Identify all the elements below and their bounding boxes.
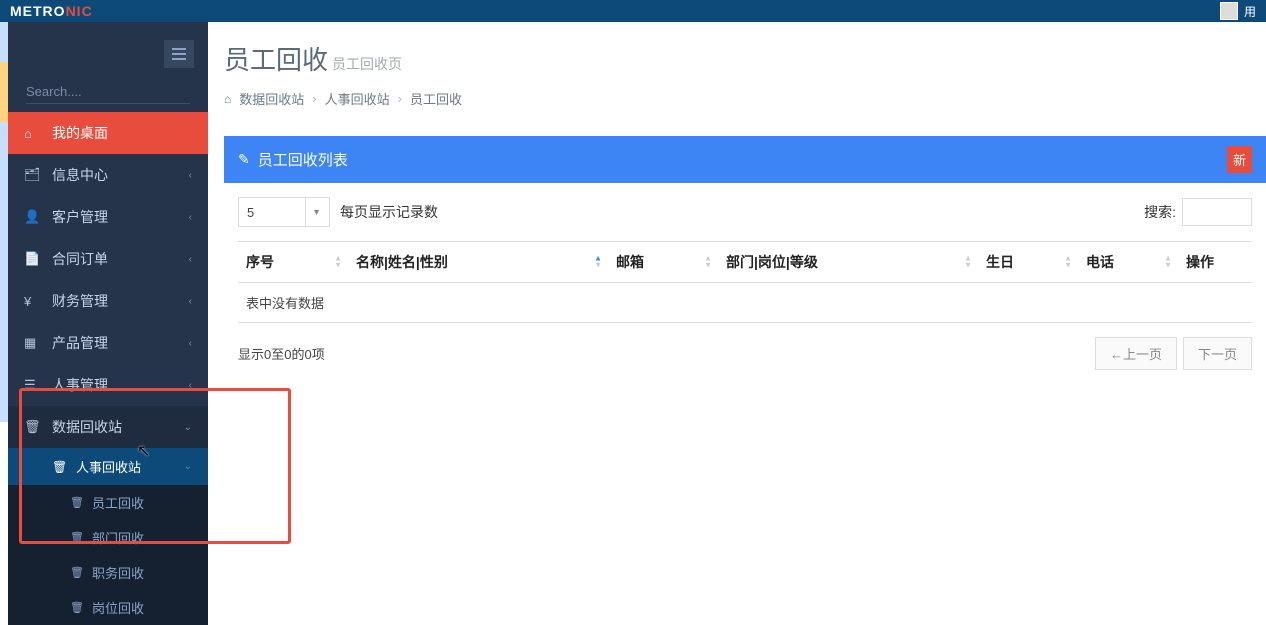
col-birthday[interactable]: 生日▲▼ <box>978 242 1078 283</box>
nav-label: 产品管理 <box>52 333 108 353</box>
nav-label: 数据回收站 <box>52 417 122 437</box>
nav-finance[interactable]: ¥ 财务管理 ‹ <box>8 280 208 322</box>
sidebar-nav: ⌂ 我的桌面 🗂 信息中心 ‹ 👤 客户管理 ‹ 📄 合同订单 ‹ ¥ 财务管理… <box>8 112 208 625</box>
nav-label: 信息中心 <box>52 165 108 185</box>
trash-icon: 🗑 <box>70 566 84 579</box>
menu-toggle-button[interactable] <box>164 40 194 68</box>
username: 用 <box>1244 3 1256 20</box>
subnav-department-recycle[interactable]: 🗑 部门回收 <box>8 520 208 555</box>
col-index[interactable]: 序号▲▼ <box>238 242 348 283</box>
chevron-left-icon: ‹ <box>189 254 192 265</box>
content-area: 员工回收 员工回收页 ⌂ 数据回收站 › 人事回收站 › 员工回收 ✎ 员工回收… <box>208 22 1266 384</box>
subnav-post-recycle[interactable]: 🗑 岗位回收 <box>8 590 208 625</box>
nav-products[interactable]: ▦ 产品管理 ‹ <box>8 322 208 364</box>
avatar <box>1220 2 1238 20</box>
breadcrumb-current: 员工回收 <box>410 89 462 108</box>
breadcrumb-sep: › <box>398 91 402 106</box>
yen-icon: ¥ <box>24 294 38 309</box>
nav-label: 财务管理 <box>52 291 108 311</box>
new-button[interactable]: 新 <box>1227 146 1252 173</box>
chevron-left-icon: ‹ <box>189 380 192 391</box>
nav-label: 合同订单 <box>52 249 108 269</box>
subnav-label: 人事回收站 <box>76 457 141 476</box>
left-color-strip <box>0 22 8 422</box>
nav-label: 客户管理 <box>52 207 108 227</box>
search-label: 搜索: <box>1144 202 1176 222</box>
doc-icon: 📄 <box>24 251 38 267</box>
trash-icon: 🗑 <box>52 460 66 474</box>
prev-page-button[interactable]: ←上一页 <box>1095 337 1177 370</box>
chevron-down-icon: ⌄ <box>184 461 192 472</box>
nav-label: 我的桌面 <box>52 123 108 143</box>
trash-icon: 🗑 <box>70 531 84 544</box>
empty-message: 表中没有数据 <box>238 283 1252 323</box>
col-phone[interactable]: 电话▲▼ <box>1078 242 1178 283</box>
table-search-input[interactable] <box>1182 198 1252 226</box>
topbar-user[interactable]: 用 <box>1220 2 1256 20</box>
page-size-value: 5 <box>247 205 254 220</box>
chevron-left-icon: ‹ <box>189 296 192 307</box>
grid-icon: ▦ <box>24 335 38 351</box>
chevron-left-icon: ‹ <box>189 212 192 223</box>
breadcrumb: ⌂ 数据回收站 › 人事回收站 › 员工回收 <box>224 89 1266 108</box>
records-label: 每页显示记录数 <box>340 202 438 222</box>
trash-icon: 🗑 <box>70 601 84 614</box>
trash-icon: 🗑 <box>24 419 38 435</box>
table-empty-row: 表中没有数据 <box>238 283 1252 323</box>
chevron-down-icon: ⌄ <box>184 422 192 433</box>
logo: METRONIC <box>10 3 93 19</box>
chevron-left-icon: ‹ <box>189 338 192 349</box>
col-action: 操作 <box>1178 242 1252 283</box>
data-table: 序号▲▼ 名称|姓名|性别▲▼ 邮箱▲▼ 部门|岗位|等级▲▼ 生日▲▼ 电话▲… <box>238 241 1252 323</box>
page-subtitle: 员工回收页 <box>332 54 402 74</box>
home-icon: ⌂ <box>24 126 38 141</box>
col-name[interactable]: 名称|姓名|性别▲▼ <box>348 242 608 283</box>
edit-icon: ✎ <box>238 151 250 168</box>
subnav-hr-recycle[interactable]: 🗑 人事回收站 ⌄ <box>8 448 208 485</box>
list-icon: ☰ <box>24 377 38 393</box>
next-page-button[interactable]: 下一页 <box>1183 337 1252 370</box>
panel-body: 5 ▼ 每页显示记录数 搜索: 序号▲▼ 名称|姓名|性别▲▼ 邮箱▲▼ 部门|… <box>224 183 1266 384</box>
nav-contracts[interactable]: 📄 合同订单 ‹ <box>8 238 208 280</box>
sidebar: ⌂ 我的桌面 🗂 信息中心 ‹ 👤 客户管理 ‹ 📄 合同订单 ‹ ¥ 财务管理… <box>8 22 208 551</box>
col-email[interactable]: 邮箱▲▼ <box>608 242 718 283</box>
table-footer: 显示0至0的0项 ←上一页 下一页 <box>238 322 1252 370</box>
panel-header: ✎ 员工回收列表 新 <box>224 136 1266 183</box>
breadcrumb-link[interactable]: 人事回收站 <box>325 89 390 108</box>
info-icon: 🗂 <box>24 167 38 183</box>
page-header: 员工回收 员工回收页 <box>224 40 1266 77</box>
trash-icon: 🗑 <box>70 496 84 509</box>
user-icon: 👤 <box>24 209 38 225</box>
panel-title: 员工回收列表 <box>258 149 348 170</box>
nav-label: 人事管理 <box>52 375 108 395</box>
nav-recycle-bin[interactable]: 🗑 数据回收站 ⌄ <box>8 406 208 448</box>
dropdown-arrow-icon: ▼ <box>305 198 321 226</box>
col-dept[interactable]: 部门|岗位|等级▲▼ <box>718 242 978 283</box>
breadcrumb-link[interactable]: 数据回收站 <box>239 89 304 108</box>
nav-info-center[interactable]: 🗂 信息中心 ‹ <box>8 154 208 196</box>
subnav-position-recycle[interactable]: 🗑 职务回收 <box>8 555 208 590</box>
page-title: 员工回收 <box>224 40 328 77</box>
sidebar-search-input[interactable] <box>26 80 190 104</box>
nav-desktop[interactable]: ⌂ 我的桌面 <box>8 112 208 154</box>
home-icon: ⌂ <box>224 92 231 106</box>
page-size-select[interactable]: 5 ▼ <box>238 197 330 227</box>
topbar: METRONIC 用 <box>0 0 1266 22</box>
chevron-left-icon: ‹ <box>189 170 192 181</box>
nav-customers[interactable]: 👤 客户管理 ‹ <box>8 196 208 238</box>
subnav-employee-recycle[interactable]: 🗑 员工回收 <box>8 485 208 520</box>
breadcrumb-sep: › <box>312 91 316 106</box>
table-info: 显示0至0的0项 <box>238 344 325 363</box>
nav-hr[interactable]: ☰ 人事管理 ‹ <box>8 364 208 406</box>
